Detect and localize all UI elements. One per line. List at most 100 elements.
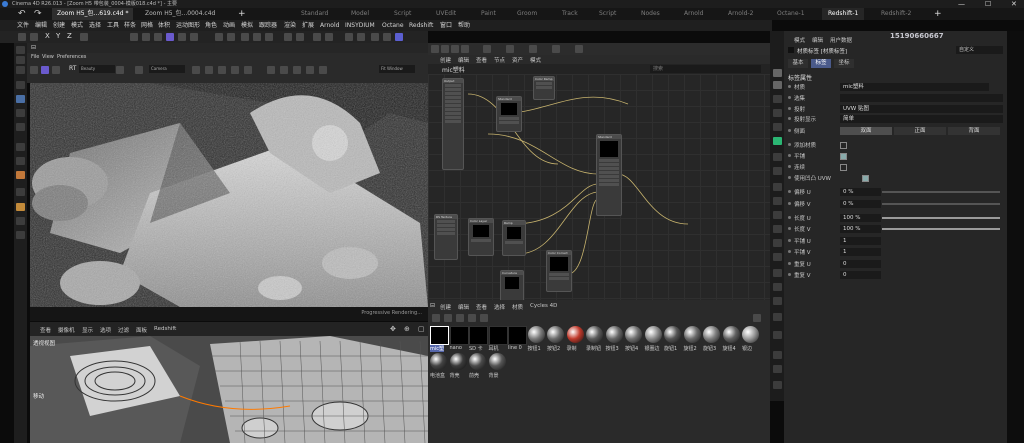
node-color-correct[interactable]: Color Correct [546, 250, 572, 292]
mm-tool-3-icon[interactable] [456, 314, 464, 322]
clamp-icon[interactable] [293, 66, 301, 74]
mm-search-icon[interactable] [753, 314, 761, 322]
material-swatch[interactable] [430, 326, 449, 345]
redshift-rv-icon[interactable] [345, 33, 353, 41]
node-tool-2-icon[interactable] [441, 45, 449, 53]
material-swatch[interactable] [508, 326, 527, 345]
anim-dot[interactable] [788, 143, 791, 146]
use-uvw-checkbox[interactable] [862, 175, 869, 182]
lock-icon[interactable] [30, 33, 38, 41]
material-swatch[interactable] [664, 326, 681, 343]
paint-icon[interactable] [313, 33, 321, 41]
lut-icon[interactable] [280, 66, 288, 74]
axis-y-toggle[interactable]: Y [56, 32, 60, 40]
node-ramp[interactable]: Ramp [502, 220, 526, 256]
menu-animate[interactable]: 动画 [223, 20, 235, 31]
exposure-icon[interactable] [267, 66, 275, 74]
mode-model-icon[interactable] [16, 46, 25, 54]
minimize-button[interactable]: — [958, 0, 965, 8]
material-swatch[interactable] [586, 326, 603, 343]
ne-menu-view[interactable]: 查看 [476, 56, 487, 64]
maximize-button[interactable]: ☐ [985, 0, 991, 8]
length-v-slider[interactable] [882, 228, 1000, 230]
layout-tab-standard[interactable]: Standard [301, 8, 328, 20]
menu-file[interactable]: 文件 [17, 20, 29, 31]
layout-tab-nodes[interactable]: Nodes [641, 8, 660, 20]
region-icon[interactable] [205, 66, 213, 74]
material-swatch[interactable] [449, 326, 469, 345]
material-swatch[interactable] [644, 326, 662, 343]
material-link-field[interactable]: mic塑料 [840, 83, 989, 91]
anim-dot[interactable] [788, 250, 791, 253]
ne-menu-assets[interactable]: 资产 [512, 56, 523, 64]
menu-octane[interactable]: Octane [382, 20, 404, 31]
vp1-menu-preferences[interactable]: Preferences [57, 54, 86, 60]
snap-icon[interactable] [284, 33, 292, 41]
material-swatch[interactable] [683, 326, 701, 343]
layout-tab-script-2[interactable]: Script [599, 8, 616, 20]
render-view-icon[interactable] [130, 33, 138, 41]
material-swatch[interactable] [547, 326, 564, 343]
vp2-menu-options[interactable]: 选项 [100, 326, 111, 334]
anim-dot[interactable] [788, 216, 791, 219]
axis-x-toggle[interactable]: X [45, 32, 50, 40]
vp1-menu-file[interactable]: File [31, 54, 39, 60]
move-tool-icon[interactable] [16, 95, 25, 103]
tile-checkbox[interactable] [840, 153, 847, 160]
undo-icon[interactable]: ↶ [18, 9, 26, 19]
close-button[interactable]: ✕ [1011, 0, 1017, 8]
attributes-icon[interactable] [773, 137, 782, 145]
layout-tab-script[interactable]: Script [394, 8, 411, 20]
menu-help[interactable]: 帮助 [458, 20, 470, 31]
select-icon[interactable] [18, 33, 26, 41]
camera-side-3-icon[interactable] [773, 283, 782, 291]
node-curvature[interactable]: Curvature [500, 270, 524, 300]
edges-mode-icon[interactable] [16, 157, 25, 165]
right-scrollbar[interactable] [1007, 31, 1024, 443]
light-icon[interactable] [265, 33, 273, 41]
menu-mograph[interactable]: 运动图形 [176, 20, 200, 31]
repeat-v-field[interactable]: 0 [840, 271, 881, 279]
ne-menu-mode[interactable]: 模式 [530, 56, 541, 64]
ne-menu-create[interactable]: 创建 [440, 56, 451, 64]
layout-tab-arnold-2[interactable]: Arnold-2 [728, 8, 753, 20]
layout-tab-redshift-1[interactable]: Redshift-1 [822, 8, 865, 20]
material-swatch[interactable] [625, 326, 642, 343]
menu-mode[interactable]: 模式 [71, 20, 83, 31]
offset-v-field[interactable]: 0 % [840, 200, 881, 208]
menu-edit[interactable]: 编辑 [35, 20, 47, 31]
vp-snapshot-icon[interactable] [52, 66, 60, 74]
vp2-menu-cameras[interactable]: 摄像机 [58, 326, 75, 334]
structure-icon[interactable] [773, 123, 782, 131]
mode-axis-icon[interactable] [16, 66, 25, 74]
subdivision-icon[interactable] [190, 33, 198, 41]
layers-icon[interactable] [773, 109, 782, 117]
anim-dot[interactable] [788, 85, 791, 88]
menu-spline[interactable]: 样条 [124, 20, 136, 31]
render-settings-icon[interactable] [154, 33, 162, 41]
mm-tool-2-icon[interactable] [444, 314, 452, 322]
menu-create[interactable]: 创建 [53, 20, 65, 31]
layout-tab-octane-1[interactable]: Octane-1 [777, 8, 805, 20]
vp2-zoom-icon[interactable]: ⊕ [404, 325, 410, 333]
ne-menu-node[interactable]: 节点 [494, 56, 505, 64]
rotate-tool-icon[interactable] [16, 109, 25, 117]
render-settings-side-icon[interactable] [773, 167, 782, 175]
projection-display-dropdown[interactable]: 简单 [840, 115, 1003, 123]
brush-icon[interactable] [16, 203, 25, 211]
camera-icon[interactable] [253, 33, 261, 41]
redshift-cam-icon[interactable] [383, 33, 391, 41]
perspective-viewport[interactable]: 透视视图 移动 [30, 336, 428, 443]
node-tool-6-icon[interactable] [506, 45, 514, 53]
offset-v-slider[interactable] [882, 203, 1000, 205]
length-u-slider[interactable] [882, 217, 1000, 219]
crop-icon[interactable] [135, 66, 143, 74]
layout-tab-uvedit[interactable]: UVEdit [436, 8, 456, 20]
anim-dot[interactable] [788, 129, 791, 132]
menu-mesh[interactable]: 网格 [141, 20, 153, 31]
render-icon[interactable] [142, 33, 150, 41]
material-swatch[interactable] [722, 326, 740, 343]
takes-icon[interactable] [773, 81, 782, 89]
anim-dot[interactable] [788, 262, 791, 265]
objects-icon[interactable] [773, 69, 782, 77]
